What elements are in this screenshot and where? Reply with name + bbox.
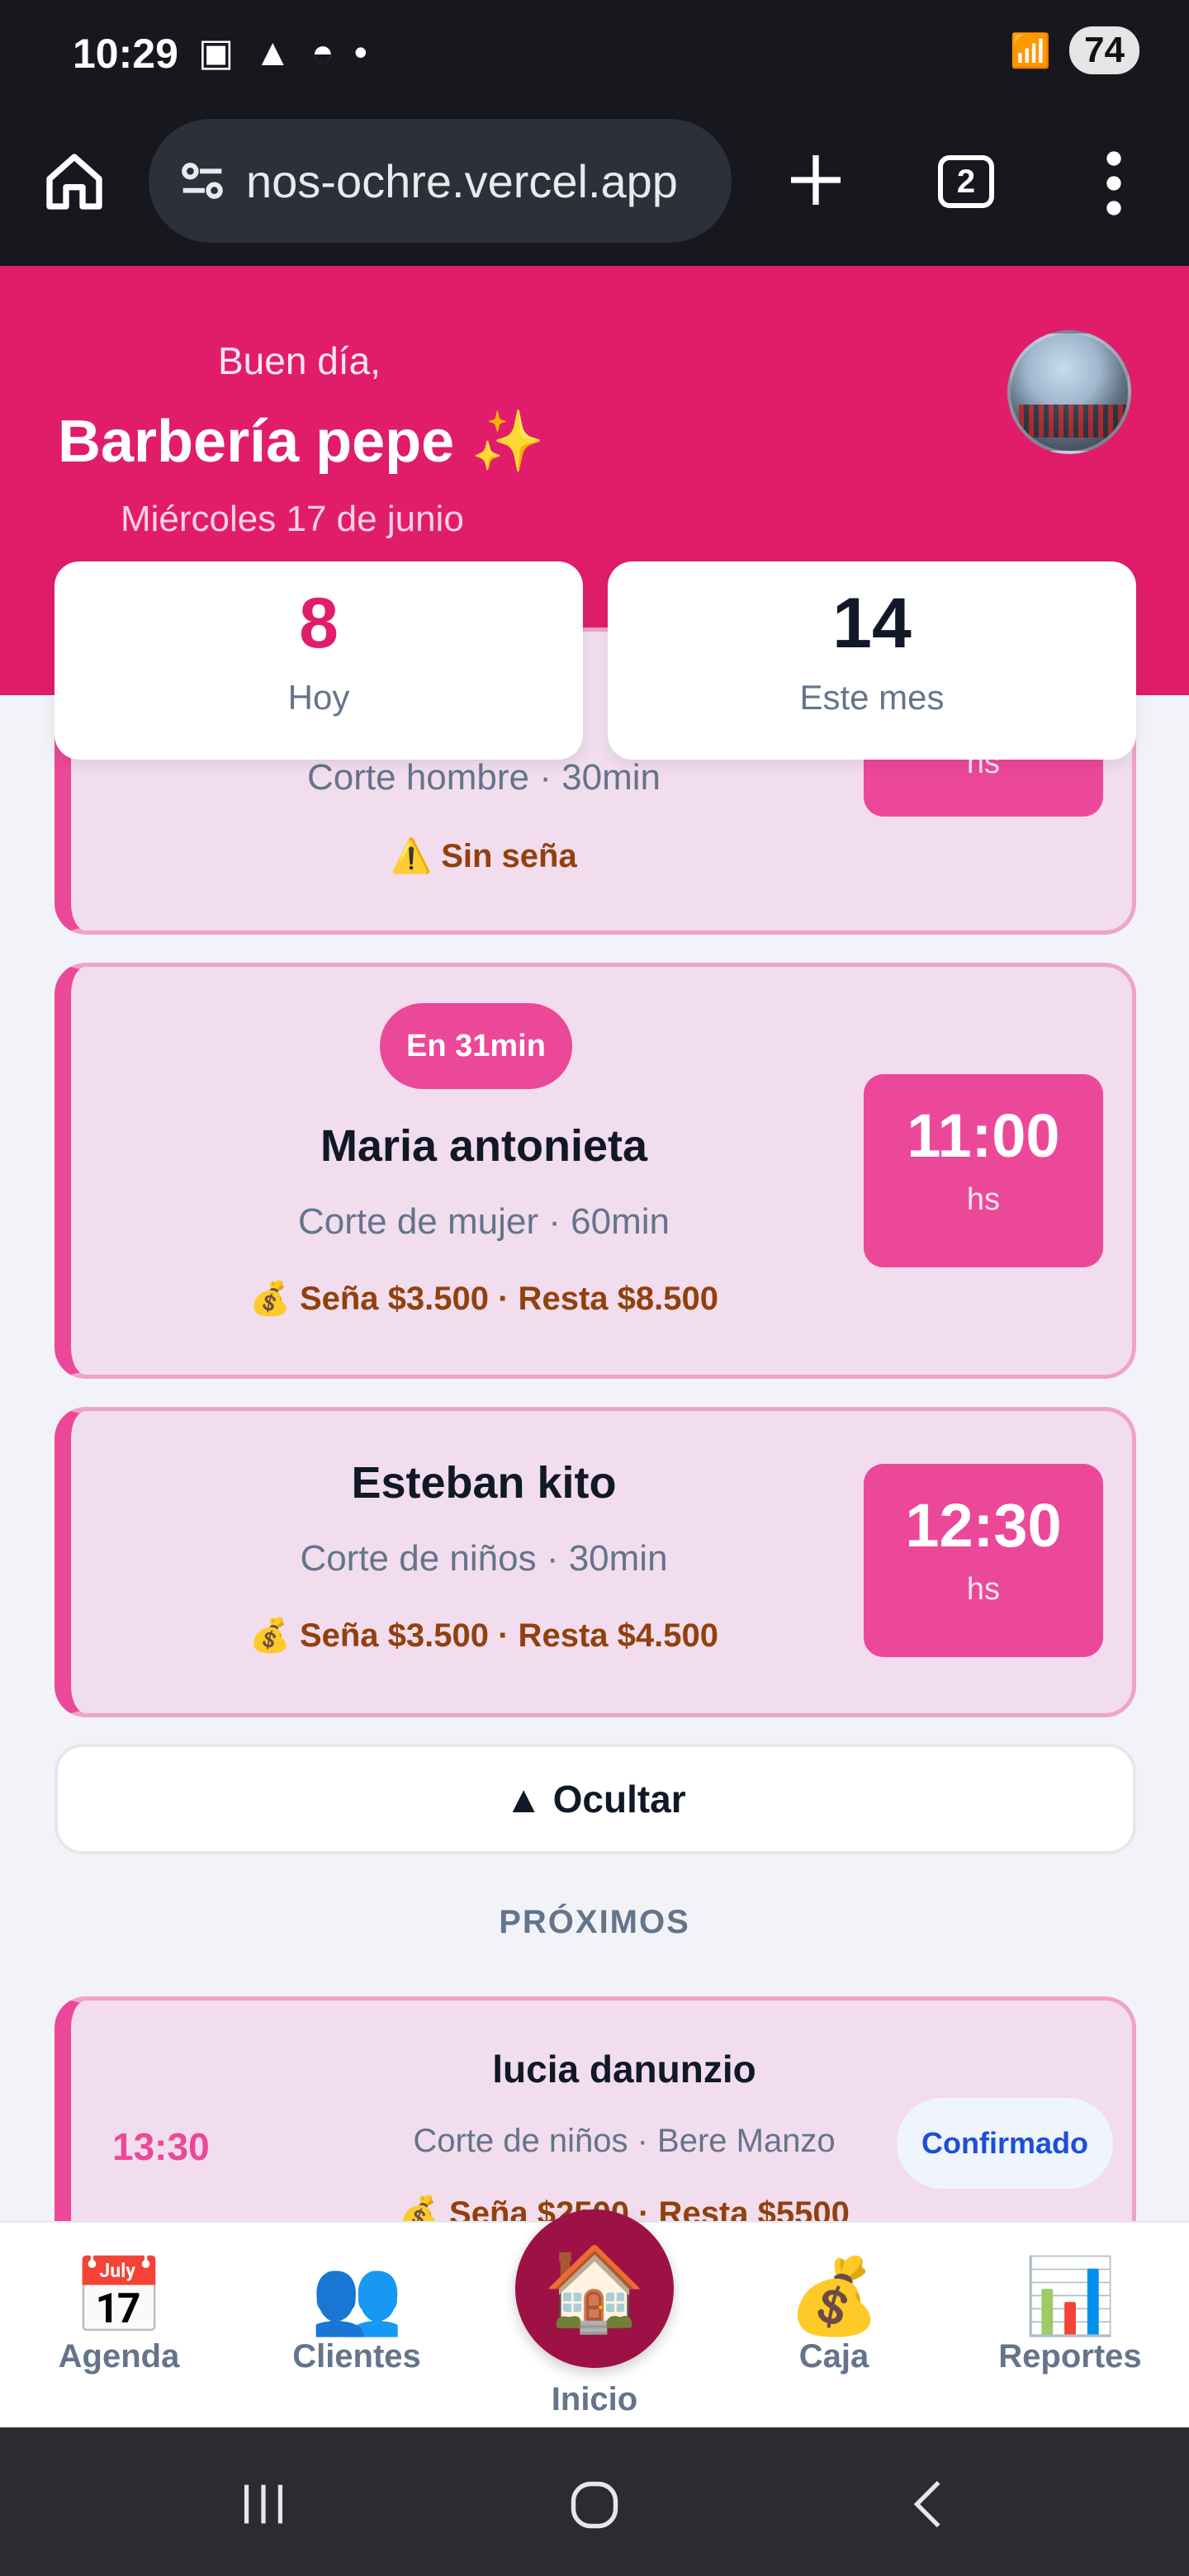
calendar-icon: 📅	[72, 2256, 166, 2338]
back-icon[interactable]	[900, 2475, 958, 2533]
new-tab-icon[interactable]	[783, 147, 849, 213]
appointment-service: Corte hombre · 30min	[307, 757, 661, 798]
bar-chart-icon: 📊	[1023, 2256, 1117, 2338]
url-text[interactable]: nos-ochre.vercel.app	[246, 154, 678, 208]
wifi-icon: 📶	[1010, 32, 1052, 69]
home-button-icon[interactable]	[565, 2475, 624, 2535]
appointment-time-box: 12:30 hs	[864, 1464, 1103, 1657]
hide-button[interactable]: ▲ Ocultar	[54, 1744, 1136, 1854]
browser-toolbar: nos-ochre.vercel.app 2	[0, 116, 1189, 266]
status-badge[interactable]: Confirmado	[897, 2098, 1113, 2189]
time-unit: hs	[966, 1572, 1001, 1607]
avatar[interactable]	[1007, 330, 1131, 454]
nav-label: Clientes	[292, 2338, 421, 2375]
appointment-time: 12:30	[905, 1491, 1062, 1560]
nav-label: Caja	[798, 2338, 869, 2375]
stat-card-month: 14 Este mes	[608, 561, 1136, 760]
nav-agenda[interactable]: 📅 Agenda	[20, 2256, 218, 2375]
nav-label: Agenda	[58, 2338, 180, 2375]
shop-name: Barbería pepe ✨	[58, 409, 545, 475]
stat-label: Este mes	[799, 678, 945, 717]
screenshot-icon: ▣	[198, 31, 234, 73]
appointment-time-box: 11:00 hs	[864, 1074, 1103, 1267]
recent-apps-icon[interactable]	[234, 2475, 292, 2533]
appointment-service: Corte de niños · Bere Manzo	[413, 2123, 836, 2159]
incognito-icon: ◓	[311, 31, 334, 73]
nav-caja[interactable]: 💰 Caja	[735, 2256, 933, 2375]
greeting: Buen día,	[218, 339, 381, 382]
site-settings-icon[interactable]	[173, 152, 231, 210]
notification-icons: ▣ ▲ ◓ •	[198, 30, 367, 74]
client-name: lucia danunzio	[492, 2048, 756, 2091]
clock: 10:29	[73, 31, 178, 77]
nav-clientes[interactable]: 👥 Clientes	[258, 2256, 456, 2375]
nav-inicio-button[interactable]: 🏠	[515, 2209, 674, 2368]
dot-icon: •	[353, 31, 367, 73]
appointment-card[interactable]: Esteban kito Corte de niños · 30min 💰 Se…	[54, 1407, 1136, 1717]
home-icon[interactable]	[41, 149, 107, 215]
client-name: Esteban kito	[351, 1458, 617, 1508]
address-bar[interactable]: nos-ochre.vercel.app	[149, 119, 732, 243]
stat-label: Hoy	[287, 678, 350, 717]
warning-icon: ▲	[253, 31, 291, 73]
appointment-time: 11:00	[907, 1101, 1060, 1170]
stat-value: 8	[299, 584, 339, 663]
appointment-card[interactable]: En 31min Maria antonieta Corte de mujer …	[54, 963, 1136, 1379]
appointment-service: Corte de mujer · 60min	[298, 1201, 670, 1242]
bottom-navigation: 📅 Agenda 👥 Clientes 🏠 Inicio 💰 Caja 📊 Re…	[0, 2209, 1189, 2427]
home-icon: 🏠	[542, 2242, 647, 2335]
payment-status: 💰 Seña $3.500 · Resta $8.500	[249, 1281, 718, 1317]
users-icon: 👥	[310, 2256, 404, 2338]
time-unit: hs	[966, 1182, 1001, 1217]
nav-label: Reportes	[998, 2338, 1142, 2375]
payment-status: ⚠️ Sin seña	[391, 838, 577, 874]
countdown-badge: En 31min	[380, 1003, 572, 1089]
appointment-service: Corte de niños · 30min	[300, 1538, 668, 1579]
system-navigation-bar	[0, 2427, 1189, 2576]
more-options-icon[interactable]	[1101, 150, 1126, 216]
stat-card-today: 8 Hoy	[54, 561, 583, 760]
current-date: Miércoles 17 de junio	[121, 499, 464, 539]
status-bar: 10:29 ▣ ▲ ◓ • 📶 74	[0, 0, 1189, 116]
nav-label-inicio[interactable]: Inicio	[495, 2381, 694, 2418]
client-name: Maria antonieta	[320, 1121, 648, 1171]
battery-indicator: 74	[1069, 26, 1139, 74]
money-bag-icon: 💰	[787, 2256, 881, 2338]
payment-status: 💰 Seña $3.500 · Resta $4.500	[249, 1617, 718, 1654]
tab-switcher-button[interactable]: 2	[938, 155, 994, 208]
upcoming-section-title: PRÓXIMOS	[499, 1904, 690, 1940]
nav-reportes[interactable]: 📊 Reportes	[971, 2256, 1169, 2375]
stat-value: 14	[832, 584, 912, 663]
appointment-time: 13:30	[112, 2125, 210, 2168]
